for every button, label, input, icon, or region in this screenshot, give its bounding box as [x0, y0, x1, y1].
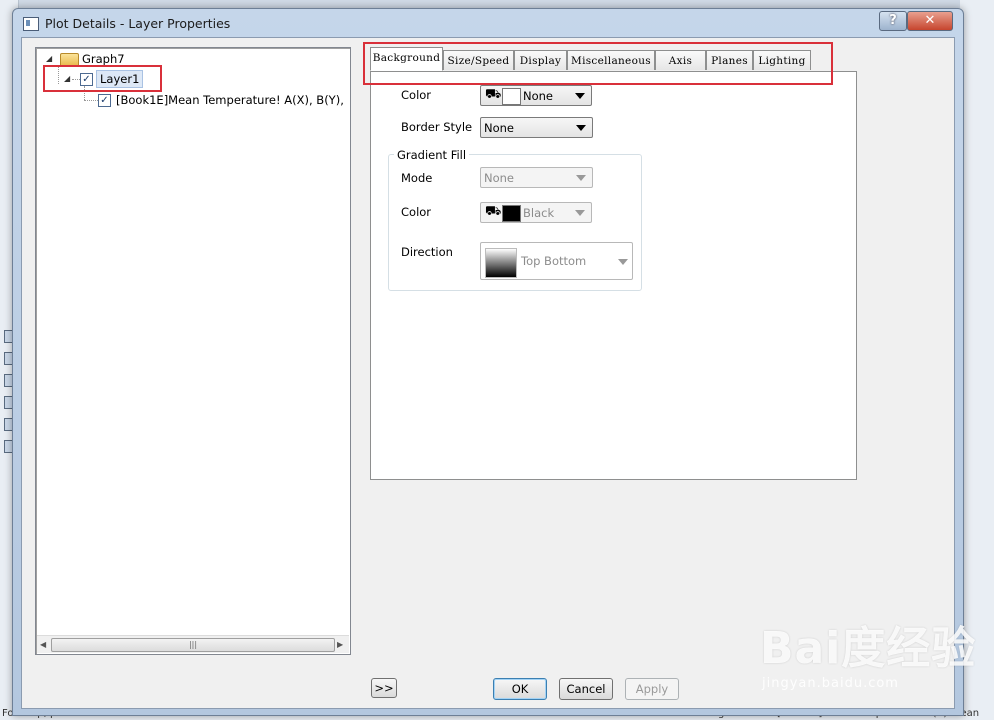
plot-details-dialog: Plot Details - Layer Properties ? ✕ ◢ Gr… [12, 8, 964, 716]
gradient-fill-title: Gradient Fill [394, 148, 470, 162]
ok-button[interactable]: OK [493, 678, 547, 700]
dialog-titlebar[interactable]: Plot Details - Layer Properties ? ✕ [13, 9, 963, 37]
color-dropdown[interactable]: ⛟ None [480, 85, 592, 106]
tree-item-label: [Book1E]Mean Temperature! A(X), B(Y), C(… [116, 93, 346, 107]
color-value: None [523, 89, 554, 103]
cancel-button[interactable]: Cancel [559, 678, 613, 700]
paint-bucket-icon: ⛟ [485, 87, 502, 102]
help-button[interactable]: ? [879, 11, 907, 31]
tab-background[interactable]: Background [370, 47, 443, 71]
gradient-mode-value: None [484, 171, 515, 185]
dialog-client-area: ◢ Graph7 ◢ ✓ Layer1 ✓ [Book1E]Mean Tempe… [21, 37, 955, 709]
border-style-label: Border Style [401, 120, 473, 134]
tree-horizontal-scrollbar[interactable]: ◀ ||| ▶ [37, 635, 349, 653]
chevron-down-icon [575, 93, 585, 99]
scroll-left-icon[interactable]: ◀ [40, 640, 46, 649]
gradient-direction-dropdown[interactable]: Top Bottom [480, 242, 633, 280]
color-label: Color [401, 88, 432, 102]
close-button[interactable]: ✕ [907, 11, 953, 31]
mode-label: Mode [401, 171, 433, 185]
color-swatch [502, 88, 521, 105]
paint-bucket-icon: ⛟ [485, 204, 502, 219]
gradient-preview-swatch [485, 248, 517, 278]
chevron-down-icon [575, 210, 585, 216]
direction-label: Direction [401, 245, 453, 259]
apply-button[interactable]: Apply [625, 678, 679, 700]
scroll-thumb[interactable]: ||| [51, 638, 335, 652]
window-icon [23, 17, 39, 31]
border-style-dropdown[interactable]: None [480, 117, 593, 138]
gradient-color-value: Black [523, 206, 555, 220]
gradient-direction-value: Top Bottom [521, 254, 587, 268]
highlight-box-layer [43, 65, 162, 92]
baidu-watermark-url: jingyan.baidu.com [762, 676, 899, 691]
gradient-mode-dropdown[interactable]: None [480, 167, 593, 188]
gradient-color-dropdown[interactable]: ⛟ Black [480, 202, 592, 223]
collapse-arrow-icon[interactable]: ◢ [46, 55, 54, 63]
chevron-down-icon [576, 125, 586, 131]
gradient-color-swatch [502, 205, 521, 222]
gradient-color-label: Color [401, 205, 432, 219]
expand-button[interactable]: >> [371, 678, 397, 698]
layer-tree-view[interactable]: ◢ Graph7 ◢ ✓ Layer1 ✓ [Book1E]Mean Tempe… [35, 47, 351, 655]
baidu-watermark: Bai度经验 [760, 623, 977, 674]
tree-connector [84, 100, 98, 101]
chevron-down-icon [618, 259, 628, 265]
plot-checkbox[interactable]: ✓ [98, 94, 111, 107]
scroll-right-icon[interactable]: ▶ [337, 640, 343, 649]
chevron-down-icon [576, 175, 586, 181]
dialog-title: Plot Details - Layer Properties [45, 16, 231, 31]
border-style-value: None [484, 121, 515, 135]
background-app-titlebar [0, 0, 994, 8]
